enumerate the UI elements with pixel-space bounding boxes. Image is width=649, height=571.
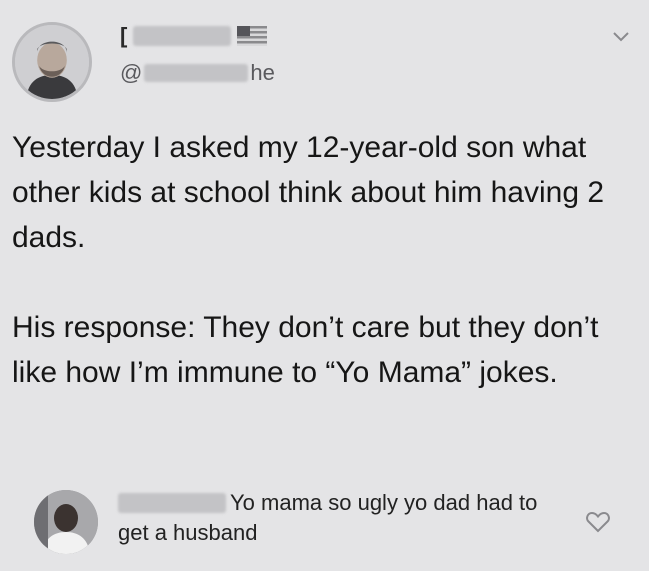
redacted-handle [144,64,249,82]
handle-prefix: @ [120,60,143,85]
author-handle[interactable]: @ he [120,60,275,86]
us-flag-icon [237,26,268,46]
tweet-paragraph: Yesterday I asked my 12-year-old son wha… [12,131,605,254]
reply-comment: Yo mama so ugly yo dad had to get a husb… [118,488,568,548]
display-name-text: [ [120,23,128,48]
avatar-image [15,25,89,99]
reply-avatar-image [34,490,98,554]
tweet-text: Yesterday I asked my 12-year-old son wha… [12,125,637,395]
chevron-down-icon[interactable] [611,30,631,44]
reply-avatar[interactable] [34,490,98,554]
tweet-card: [ @ he Yesterday I asked my 12-year-old … [0,0,649,571]
redacted-reply-author [118,493,226,513]
author-avatar[interactable] [12,22,92,102]
tweet-paragraph: His response: They don’t care but they d… [12,311,599,389]
redacted-name [133,26,232,46]
handle-suffix: he [250,60,275,85]
heart-outline-icon[interactable] [585,510,611,534]
author-display-name[interactable]: [ [120,23,268,48]
